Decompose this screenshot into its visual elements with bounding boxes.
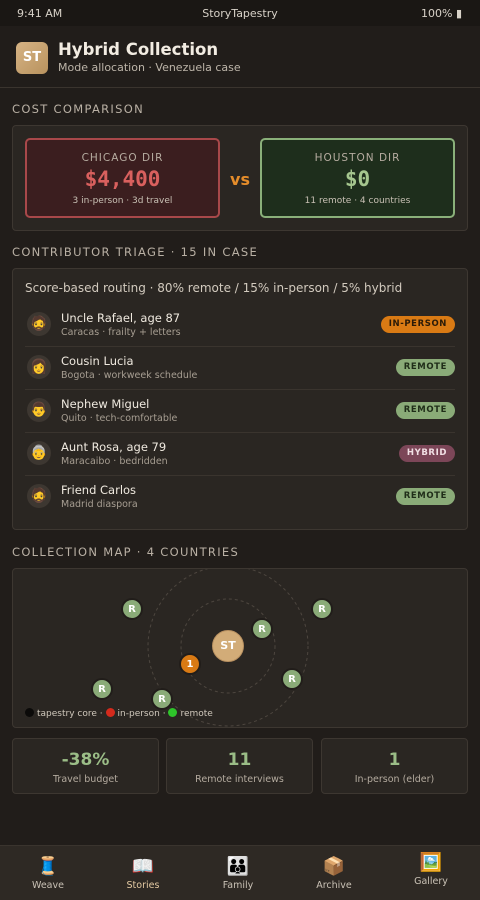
tapestry-core-node[interactable]: ST <box>212 630 244 662</box>
chicago-amount: $4,400 <box>84 167 161 191</box>
avatar: 👵 <box>27 441 51 465</box>
chicago-city-label: CHICAGO DIR <box>81 152 164 164</box>
in-person-node[interactable]: 1 <box>179 653 201 675</box>
contributor-name: Aunt Rosa, age 79 <box>61 440 167 454</box>
avatar: 👨 <box>27 398 51 422</box>
houston-detail: 11 remote · 4 countries <box>304 196 411 206</box>
remote-node[interactable]: R <box>311 598 333 620</box>
avatar: 🧔 <box>27 312 51 336</box>
contributor-meta: Madrid diaspora <box>61 499 138 510</box>
map-legend: tapestry core · in-person · remote <box>25 708 213 719</box>
avatar: 👩 <box>27 355 51 379</box>
page-header: ST Hybrid Collection Mode allocation · V… <box>0 26 480 88</box>
contributor-name: Nephew Miguel <box>61 397 150 411</box>
chicago-detail: 3 in-person · 3d travel <box>72 196 173 206</box>
contributor-row[interactable]: 🧔 Friend Carlos Madrid diaspora REMOTE <box>25 476 455 519</box>
family-icon: 👪 <box>226 856 250 877</box>
battery-indicator: 100% ▮ <box>421 7 462 20</box>
stat-in-person: 1 In-person (elder) <box>321 738 468 794</box>
remote-node[interactable]: R <box>91 678 113 700</box>
stat-label: In-person (elder) <box>354 774 435 785</box>
contributor-row[interactable]: 👨 Nephew Miguel Quito · tech-comfortable… <box>25 390 455 433</box>
legend-inperson: in-person <box>117 709 160 719</box>
tab-stories[interactable]: 📖 Stories <box>95 846 191 900</box>
core-dot-icon <box>25 708 34 717</box>
houston-amount: $0 <box>344 167 371 191</box>
status-bar: 9:41 AM StoryTapestry 100% ▮ <box>0 0 480 26</box>
remote-dot-icon <box>168 708 178 717</box>
contributor-meta: Quito · tech-comfortable <box>61 413 178 424</box>
collection-map: ST 1 R R R R R R tapestry core · in-pers… <box>12 568 468 728</box>
package-icon: 📦 <box>322 856 346 877</box>
mode-badge: IN-PERSON <box>380 316 455 333</box>
contributor-meta: Caracas · frailty + letters <box>61 327 181 338</box>
triage-card: Score-based routing · 80% remote / 15% i… <box>12 268 468 530</box>
legend-core: tapestry core <box>37 709 97 719</box>
app-logo: ST <box>16 42 48 74</box>
stat-value: 11 <box>227 750 252 770</box>
chicago-cost-box[interactable]: CHICAGO DIR $4,400 3 in-person · 3d trav… <box>25 138 220 218</box>
routing-note: Score-based routing · 80% remote / 15% i… <box>25 281 403 295</box>
houston-city-label: HOUSTON DIR <box>314 152 401 164</box>
tab-bar: 🧵 Weave 📖 Stories 👪 Family 📦 Archive 🖼️ … <box>0 845 480 900</box>
remote-node[interactable]: R <box>151 688 173 710</box>
stat-value: 1 <box>388 750 401 770</box>
avatar: 🧔 <box>27 484 51 508</box>
stat-value: -38% <box>61 750 110 770</box>
tab-label: Archive <box>316 880 352 891</box>
status-app-name: StoryTapestry <box>202 7 278 20</box>
contributor-name: Cousin Lucia <box>61 354 134 368</box>
mode-badge: REMOTE <box>395 402 455 419</box>
picture-icon: 🖼️ <box>419 852 443 873</box>
tab-archive[interactable]: 📦 Archive <box>286 846 382 900</box>
spool-icon: 🧵 <box>36 856 60 877</box>
cost-comparison-heading: COST COMPARISON <box>12 102 144 116</box>
legend-separator: · <box>99 709 103 719</box>
cost-comparison-card: CHICAGO DIR $4,400 3 in-person · 3d trav… <box>12 125 468 231</box>
mode-badge: HYBRID <box>398 445 455 462</box>
tab-label: Gallery <box>414 876 448 887</box>
in-person-dot-icon <box>105 708 115 717</box>
remote-node[interactable]: R <box>121 598 143 620</box>
mode-badge: REMOTE <box>395 488 455 505</box>
legend-separator: · <box>162 709 166 719</box>
tab-family[interactable]: 👪 Family <box>190 846 286 900</box>
tab-weave[interactable]: 🧵 Weave <box>0 846 96 900</box>
contributor-meta: Maracaibo · bedridden <box>61 456 168 467</box>
contributor-name: Friend Carlos <box>61 483 137 497</box>
mode-badge: REMOTE <box>395 359 455 376</box>
contributor-meta: Bogota · workweek schedule <box>61 370 198 381</box>
stat-label: Travel budget <box>53 774 118 785</box>
tab-gallery[interactable]: 🖼️ Gallery <box>383 846 479 900</box>
contributor-row[interactable]: 👵 Aunt Rosa, age 79 Maracaibo · bedridde… <box>25 433 455 476</box>
stat-label: Remote interviews <box>195 774 284 785</box>
map-heading: COLLECTION MAP · 4 COUNTRIES <box>12 545 240 559</box>
page-title: Hybrid Collection <box>58 40 219 59</box>
remote-node[interactable]: R <box>281 668 303 690</box>
contributor-row[interactable]: 🧔 Uncle Rafael, age 87 Caracas · frailty… <box>25 304 455 347</box>
contributor-row[interactable]: 👩 Cousin Lucia Bogota · workweek schedul… <box>25 347 455 390</box>
triage-heading: CONTRIBUTOR TRIAGE · 15 IN CASE <box>12 245 259 259</box>
legend-remote: remote <box>180 709 213 719</box>
book-icon: 📖 <box>131 856 155 877</box>
houston-cost-box[interactable]: HOUSTON DIR $0 11 remote · 4 countries <box>260 138 455 218</box>
page-subtitle: Mode allocation · Venezuela case <box>58 61 241 74</box>
remote-node[interactable]: R <box>251 618 273 640</box>
vs-label: vs <box>230 170 250 189</box>
contributor-name: Uncle Rafael, age 87 <box>61 311 181 325</box>
tab-label: Weave <box>32 880 64 891</box>
tab-label: Family <box>222 880 254 891</box>
stat-travel-budget: -38% Travel budget <box>12 738 159 794</box>
stat-remote-interviews: 11 Remote interviews <box>166 738 313 794</box>
tab-label: Stories <box>126 880 160 891</box>
